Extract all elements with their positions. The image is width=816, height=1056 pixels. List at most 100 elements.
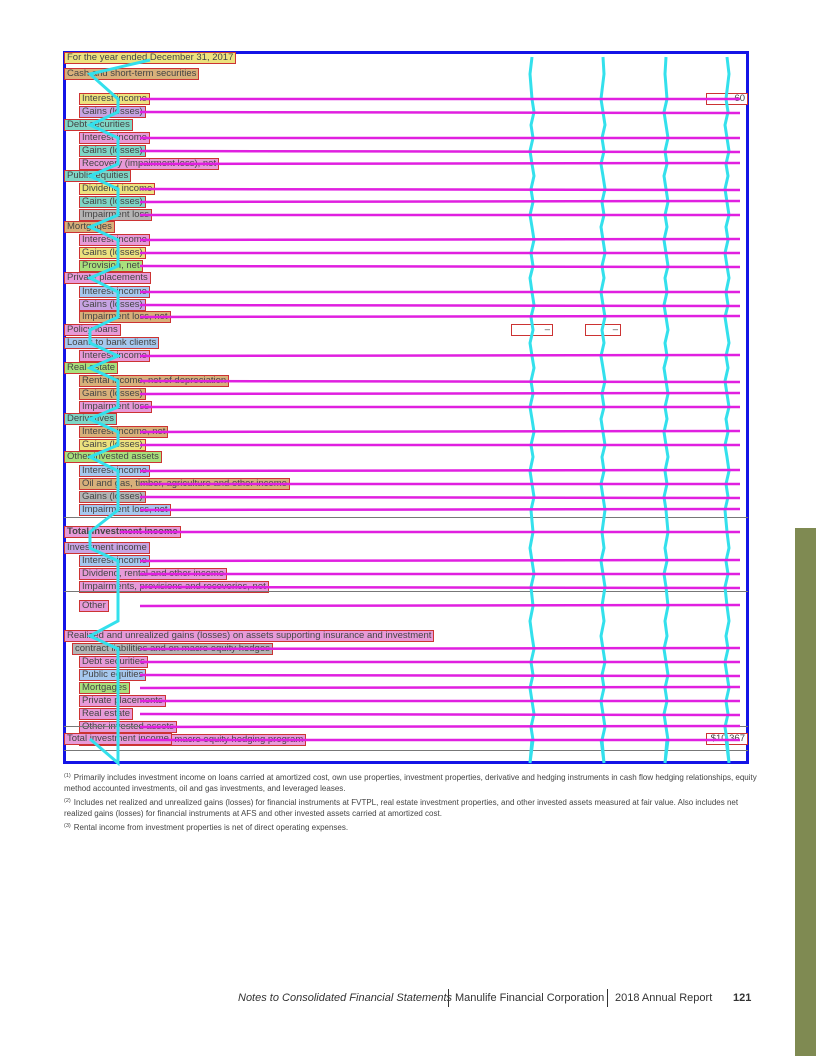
cell-value — [706, 439, 748, 451]
cell-value — [585, 286, 621, 298]
cell-value — [585, 721, 621, 733]
row-label: Gains (losses) — [79, 196, 146, 208]
cell-value — [511, 145, 553, 157]
cell-value — [646, 478, 686, 490]
cell-value — [706, 526, 748, 538]
footnote: (2) Includes net realized and unrealized … — [64, 797, 764, 819]
cell-value — [646, 158, 686, 170]
table-row: Gains (losses) — [0, 388, 750, 401]
cell-value — [511, 221, 553, 233]
row-label: Derivatives — [64, 413, 117, 425]
cell-value — [646, 183, 686, 195]
cell-value — [646, 451, 686, 463]
cell-value — [646, 615, 686, 627]
cell-value — [585, 388, 621, 400]
cell-value — [706, 695, 748, 707]
row-label: Gains (losses) — [79, 388, 146, 400]
cell-value — [646, 695, 686, 707]
table-row: Real estate — [0, 362, 750, 375]
row-label: Interest income — [79, 132, 150, 144]
cell-value — [646, 286, 686, 298]
row-label: Total investment income — [64, 733, 172, 745]
cell-value: 60 — [706, 93, 748, 105]
table-row: Dividend income — [0, 183, 750, 196]
cell-value — [511, 375, 553, 387]
cell-value — [511, 413, 553, 425]
page: For the year ended December 31, 2017 Cash… — [0, 0, 816, 1056]
cell-value — [511, 426, 553, 438]
cell-value — [511, 106, 553, 118]
footnote-text: Rental income from investment properties… — [73, 823, 349, 832]
cell-value — [511, 439, 553, 451]
cell-value — [585, 526, 621, 538]
cell-value — [585, 221, 621, 233]
cell-value — [585, 413, 621, 425]
row-label: Dividend, rental and other income — [79, 568, 228, 580]
cell-value — [646, 600, 686, 612]
cell-value — [706, 170, 748, 182]
table-header-row: For the year ended December 31, 2017 — [0, 52, 750, 65]
cell-value — [585, 362, 621, 374]
table-row — [0, 615, 750, 628]
cell-value — [706, 119, 748, 131]
cell-value — [646, 272, 686, 284]
row-label: Other invested assets — [64, 451, 162, 463]
cell-value — [706, 375, 748, 387]
row-label: Gains (losses) — [79, 491, 146, 503]
table-row: Total investment income — [0, 526, 750, 539]
cell-value — [585, 695, 621, 707]
cell-value — [585, 630, 621, 642]
cell-value — [646, 413, 686, 425]
cell-value — [646, 757, 686, 769]
cell-value — [706, 630, 748, 642]
cell-value — [646, 491, 686, 503]
cell-value — [646, 324, 686, 336]
cell-value — [511, 643, 553, 655]
row-label: Dividend income — [79, 183, 156, 195]
row-label: Real estate — [79, 708, 134, 720]
cell-value — [585, 656, 621, 668]
cell-value — [585, 600, 621, 612]
page-footer: Notes to Consolidated Financial Statemen… — [0, 989, 760, 1007]
cell-value — [706, 600, 748, 612]
row-label: Oil and gas, timber, agriculture and oth… — [79, 478, 290, 490]
table-row: Derivatives — [0, 413, 750, 426]
cell-value — [646, 568, 686, 580]
table-row: Gains (losses) — [0, 491, 750, 504]
table-row: Impairment loss, net — [0, 504, 750, 517]
cell-value — [646, 362, 686, 374]
cell-value — [511, 526, 553, 538]
cell-value — [585, 196, 621, 208]
cell-value — [511, 311, 553, 323]
cell-value — [706, 643, 748, 655]
row-label: Other — [79, 600, 109, 612]
table-row: Oil and gas, timber, agriculture and oth… — [0, 478, 750, 491]
cell-value — [585, 158, 621, 170]
row-label: Interest income — [79, 93, 150, 105]
cell-value — [646, 119, 686, 131]
cell-value — [706, 615, 748, 627]
footnote: (1) Primarily includes investment income … — [64, 772, 764, 794]
table-row: Investment income — [0, 542, 750, 555]
cell-value — [706, 555, 748, 567]
table-row: Impairment loss, net — [0, 311, 750, 324]
footer-section: Notes to Consolidated Financial Statemen… — [238, 992, 453, 1004]
cell-value — [585, 682, 621, 694]
cell-value — [646, 630, 686, 642]
table-row: Impairments, provisions and recoveries, … — [0, 581, 750, 594]
row-label: Debt securities — [79, 656, 148, 668]
cell-value — [585, 439, 621, 451]
cell-value — [646, 68, 686, 80]
cell-value — [646, 234, 686, 246]
row-label: Interest income — [79, 286, 150, 298]
cell-value — [706, 183, 748, 195]
cell-value — [646, 132, 686, 144]
cell-value — [511, 465, 553, 477]
period-label: For the year ended December 31, 2017 — [64, 52, 237, 64]
cell-value — [511, 93, 553, 105]
cell-value — [646, 93, 686, 105]
cell-value — [511, 234, 553, 246]
row-label: Gains (losses) — [79, 439, 146, 451]
cell-value — [706, 682, 748, 694]
row-label: Interest income, net — [79, 426, 169, 438]
